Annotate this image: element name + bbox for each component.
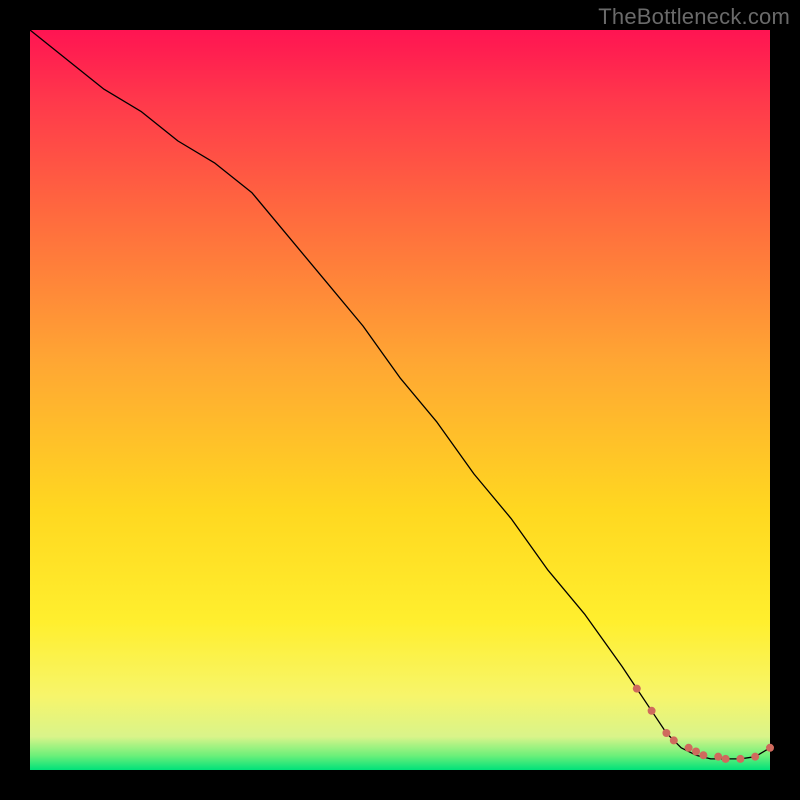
highlight-marker (692, 748, 700, 756)
highlight-marker (685, 744, 693, 752)
highlight-marker (662, 729, 670, 737)
chart-overlay-svg (30, 30, 770, 770)
highlight-marker (699, 751, 707, 759)
highlight-marker (670, 736, 678, 744)
highlight-markers-group (633, 685, 774, 763)
bottleneck-curve-line (30, 30, 770, 759)
highlight-marker (751, 753, 759, 761)
watermark-text: TheBottleneck.com (598, 4, 790, 30)
highlight-marker (722, 755, 730, 763)
highlight-marker (714, 753, 722, 761)
highlight-marker (766, 744, 774, 752)
highlight-marker (633, 685, 641, 693)
chart-stage: TheBottleneck.com (0, 0, 800, 800)
plot-area (30, 30, 770, 770)
highlight-marker (648, 707, 656, 715)
highlight-marker (736, 755, 744, 763)
